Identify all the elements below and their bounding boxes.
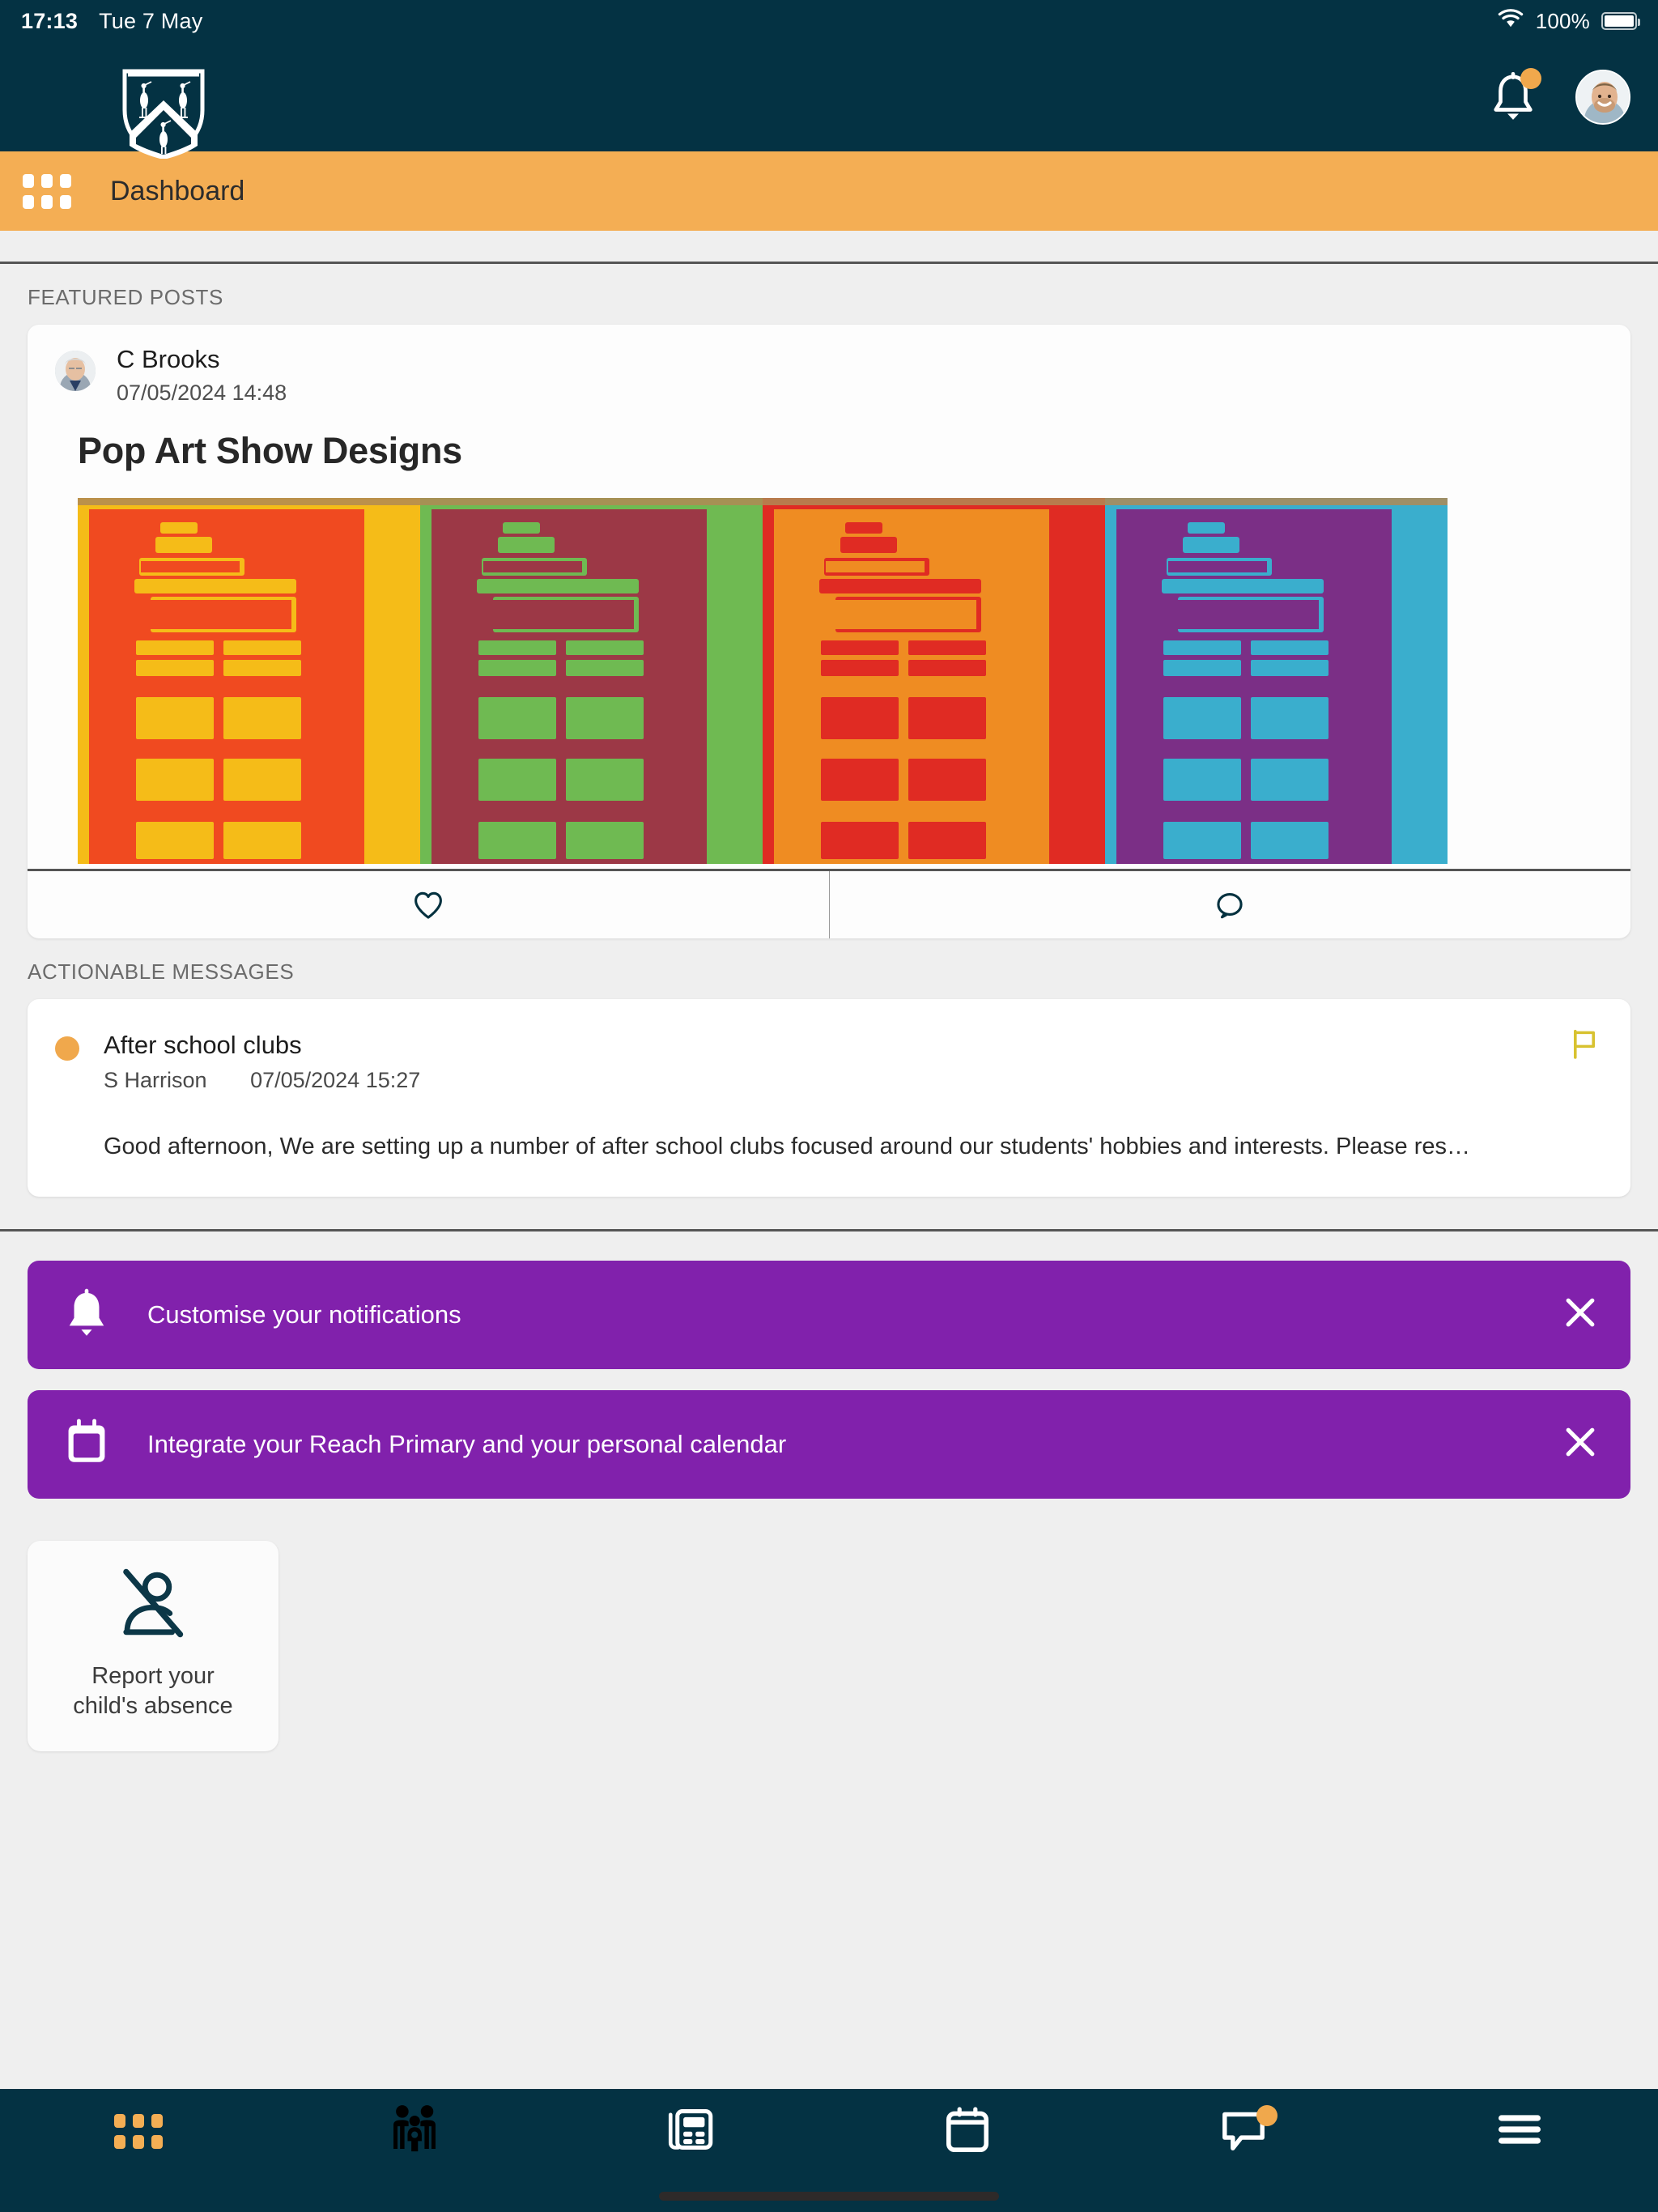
featured-posts-label: FEATURED POSTS xyxy=(28,285,223,309)
main-content: FEATURED POSTS C Brooks 07/05/2024 14:48 xyxy=(0,231,1658,1751)
close-icon[interactable] xyxy=(1561,1293,1600,1336)
nav-more[interactable] xyxy=(1382,2089,1658,2173)
unread-dot xyxy=(55,1036,79,1061)
post-header: C Brooks 07/05/2024 14:48 xyxy=(28,325,1630,407)
flag-icon[interactable] xyxy=(1571,1028,1598,1063)
avatar[interactable] xyxy=(1575,69,1630,125)
family-icon xyxy=(388,2104,441,2159)
actionable-messages-label: ACTIONABLE MESSAGES xyxy=(28,959,295,985)
calendar-icon xyxy=(63,1417,110,1471)
nav-calendar[interactable] xyxy=(829,2089,1105,2173)
school-crest-icon xyxy=(120,68,207,163)
app-header xyxy=(0,42,1658,160)
post-title: Pop Art Show Designs xyxy=(78,430,462,472)
page-subbar: Dashboard xyxy=(0,151,1658,231)
notification-badge xyxy=(1520,67,1541,89)
message-title: After school clubs xyxy=(104,1031,302,1060)
wifi-icon xyxy=(1497,8,1524,35)
message-timestamp: 07/05/2024 15:27 xyxy=(250,1067,421,1092)
message-preview: Good afternoon, We are setting up a numb… xyxy=(104,1133,1471,1159)
nav-messages[interactable] xyxy=(1105,2089,1381,2173)
nav-students[interactable] xyxy=(276,2089,552,2173)
battery-percent: 100% xyxy=(1535,8,1590,33)
person-absent-icon xyxy=(111,1567,195,1648)
message-meta: S Harrison 07/05/2024 15:27 xyxy=(104,1068,420,1093)
post-actions xyxy=(28,869,1631,939)
close-icon-2[interactable] xyxy=(1561,1423,1600,1465)
bottom-navigation xyxy=(0,2089,1658,2212)
comment-icon xyxy=(1217,892,1243,918)
like-button[interactable] xyxy=(28,871,829,938)
banner-calendar[interactable]: Integrate your Reach Primary and your pe… xyxy=(28,1389,1630,1499)
hamburger-icon xyxy=(1495,2110,1544,2153)
battery-icon xyxy=(1601,12,1640,30)
home-indicator xyxy=(659,2192,999,2201)
post-image[interactable] xyxy=(78,498,1448,865)
heart-icon xyxy=(414,891,442,919)
newspaper-icon xyxy=(665,2106,716,2157)
message-author: S Harrison xyxy=(104,1067,207,1092)
post-author: C Brooks xyxy=(117,345,220,373)
status-bar: 17:13 Tue 7 May 100% xyxy=(0,0,1658,42)
calendar-icon xyxy=(943,2105,992,2158)
grid-icon[interactable] xyxy=(23,173,71,209)
banner-label-2: Integrate your Reach Primary and your pe… xyxy=(147,1429,787,1458)
comment-button[interactable] xyxy=(828,871,1631,939)
bell-icon xyxy=(63,1287,110,1342)
featured-post-card[interactable]: C Brooks 07/05/2024 14:48 Pop Art Show D… xyxy=(28,325,1631,939)
page-title: Dashboard xyxy=(110,175,245,206)
post-timestamp: 07/05/2024 14:48 xyxy=(117,380,287,405)
status-time: 17:13 xyxy=(21,8,79,33)
status-date: Tue 7 May xyxy=(99,8,203,33)
notifications-button[interactable] xyxy=(1488,67,1541,124)
tile-label: Report your child's absence xyxy=(73,1661,232,1722)
nav-news[interactable] xyxy=(553,2089,829,2173)
messages-badge xyxy=(1256,2105,1278,2126)
grid-icon xyxy=(113,2113,163,2149)
nav-dashboard[interactable] xyxy=(0,2089,276,2173)
post-author-avatar xyxy=(55,351,96,391)
report-absence-tile[interactable]: Report your child's absence xyxy=(28,1540,278,1751)
banner-notifications[interactable]: Customise your notifications xyxy=(28,1260,1630,1369)
tile-label-line1: Report your xyxy=(91,1662,215,1689)
banner-label: Customise your notifications xyxy=(147,1300,461,1329)
actionable-message-card[interactable]: After school clubs S Harrison 07/05/2024… xyxy=(28,999,1630,1197)
tile-label-line2: child's absence xyxy=(73,1693,233,1720)
